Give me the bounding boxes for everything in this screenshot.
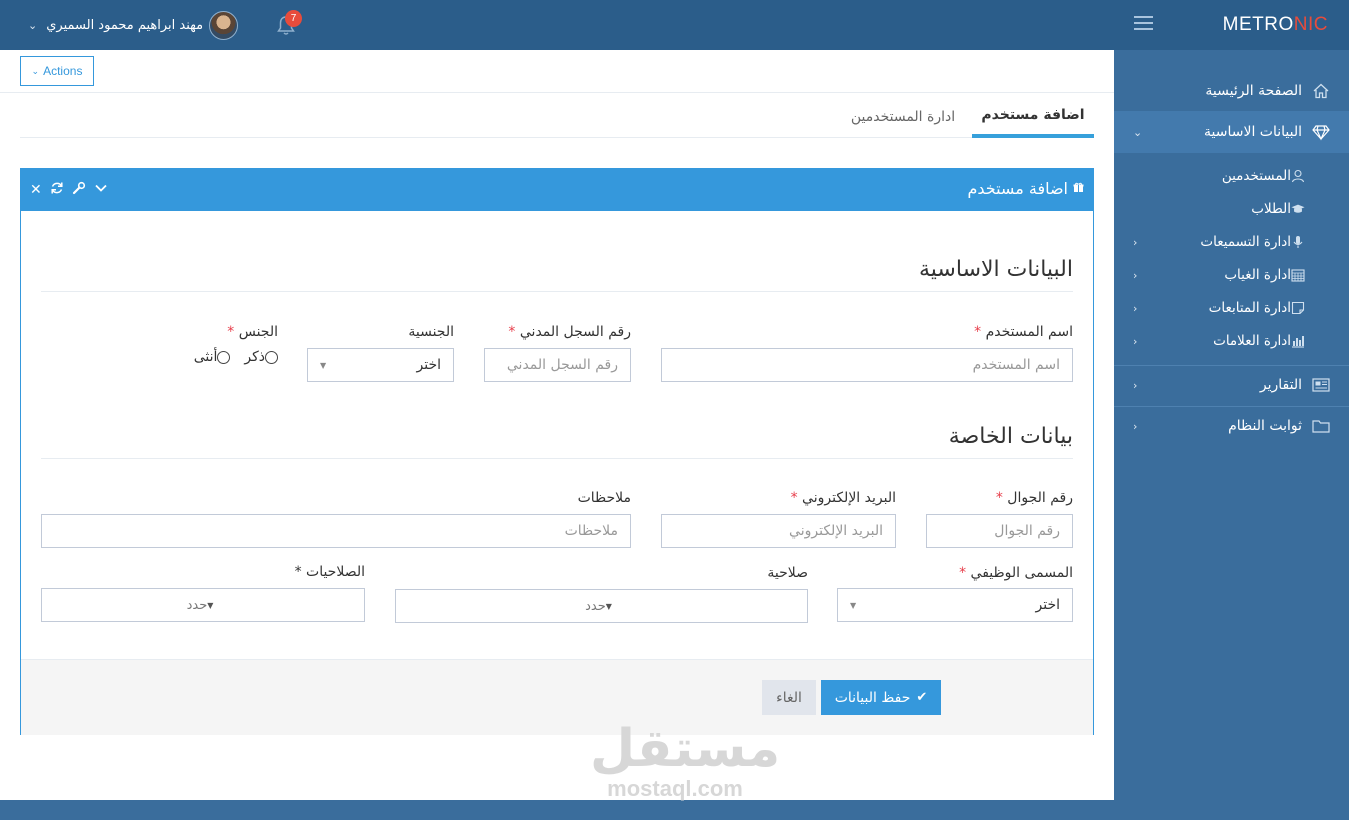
note-icon bbox=[1291, 301, 1305, 315]
sidebar-item-home[interactable]: الصفحة الرئيسية bbox=[1114, 76, 1349, 106]
notes-label: ملاحظات bbox=[577, 490, 631, 506]
chevron-left-icon: ‹ bbox=[1133, 378, 1138, 392]
portlet-title: اضافة مستخدم bbox=[967, 179, 1084, 198]
sidebar-item-grades[interactable]: ادارة العلامات ‹ bbox=[1114, 331, 1349, 351]
gender-option-female[interactable]: أنثى bbox=[188, 349, 231, 365]
actions-button[interactable]: ⌄ Actions bbox=[20, 56, 94, 86]
refresh-icon[interactable] bbox=[50, 181, 64, 199]
chevron-left-icon: ‹ bbox=[1133, 235, 1138, 249]
caret-down-icon: ▼ bbox=[605, 601, 612, 611]
job-title-select[interactable]: اختر ▼ bbox=[837, 588, 1073, 622]
user-menu[interactable]: ⌄ مهند ابراهيم محمود السميري bbox=[28, 10, 239, 40]
home-icon bbox=[1312, 82, 1330, 100]
user-icon bbox=[1291, 169, 1305, 183]
nationality-select[interactable]: اختر ▼ bbox=[307, 348, 454, 382]
top-header: METRONIC ⌄ مهند ابراهيم محمود السميري 7 bbox=[0, 0, 1349, 50]
portlet-header: اضافة مستخدم ✕ bbox=[21, 169, 1093, 211]
username-input[interactable]: اسم المستخدم bbox=[661, 348, 1073, 382]
nationality-label: الجنسية bbox=[408, 324, 454, 340]
sidebar-item-students[interactable]: الطلاب bbox=[1114, 199, 1349, 219]
email-input[interactable]: البريد الإلكتروني bbox=[661, 514, 896, 548]
section-title-basic: البيانات الاساسية bbox=[919, 257, 1073, 282]
graduation-cap-icon bbox=[1291, 202, 1305, 216]
notification-badge: 7 bbox=[285, 10, 302, 27]
check-icon: ✔ bbox=[916, 690, 928, 705]
sidebar-divider bbox=[1114, 365, 1349, 366]
portlet-tools: ✕ bbox=[30, 181, 116, 199]
sidebar-item-absence[interactable]: ادارة الغياب ‹ bbox=[1114, 265, 1349, 285]
gender-label: الجنس * bbox=[227, 324, 278, 340]
chevron-down-icon: ⌄ bbox=[31, 65, 40, 76]
caret-down-icon: ▼ bbox=[207, 600, 214, 610]
chevron-left-icon: ‹ bbox=[1133, 334, 1138, 348]
sidebar-item-reports[interactable]: التقارير ‹ bbox=[1114, 370, 1349, 400]
form-actions: ✔ حفظ البيانات الغاء bbox=[21, 659, 1093, 735]
folder-icon bbox=[1312, 417, 1330, 435]
main-content: ⌄ Actions اضافة مستخدم ادارة المستخدمين … bbox=[0, 50, 1114, 800]
user-name: مهند ابراهيم محمود السميري bbox=[46, 17, 204, 33]
tab-add-user[interactable]: اضافة مستخدم bbox=[972, 96, 1094, 138]
save-button[interactable]: ✔ حفظ البيانات bbox=[821, 680, 941, 715]
menu-toggle-icon[interactable] bbox=[1134, 16, 1153, 30]
notes-input[interactable]: ملاحظات bbox=[41, 514, 631, 548]
toolbar-divider bbox=[0, 92, 1114, 93]
sidebar-item-system-constants[interactable]: ثوابت النظام ‹ bbox=[1114, 411, 1349, 441]
sidebar-item-recitations[interactable]: ادارة التسميعات ‹ bbox=[1114, 232, 1349, 252]
mobile-label: رقم الجوال * bbox=[995, 490, 1073, 506]
section-divider bbox=[41, 291, 1073, 292]
chevron-down-icon: ⌄ bbox=[28, 18, 38, 32]
sidebar-item-followups[interactable]: ادارة المتابعات ‹ bbox=[1114, 298, 1349, 318]
username-label: اسم المستخدم * bbox=[974, 324, 1073, 340]
gift-icon bbox=[1073, 182, 1084, 196]
section-divider bbox=[41, 458, 1073, 459]
microphone-icon bbox=[1291, 235, 1305, 249]
job-title-label: المسمى الوظيفي * bbox=[959, 565, 1073, 581]
chevron-left-icon: ‹ bbox=[1133, 301, 1138, 315]
permission-label: صلاحية bbox=[767, 565, 808, 581]
civil-id-label: رقم السجل المدني * bbox=[508, 324, 631, 340]
sidebar-item-basic-data[interactable]: البيانات الاساسية ⌄ bbox=[1114, 111, 1349, 153]
tab-bar: اضافة مستخدم ادارة المستخدمين bbox=[20, 96, 1094, 138]
caret-down-icon: ▼ bbox=[850, 600, 857, 610]
tab-manage-users[interactable]: ادارة المستخدمين bbox=[840, 96, 966, 138]
permission-select[interactable]: حدد ▼ bbox=[395, 589, 808, 623]
email-label: البريد الإلكتروني * bbox=[790, 490, 896, 506]
gender-radio-group: ذكر أنثى bbox=[180, 349, 278, 365]
cancel-button[interactable]: الغاء bbox=[762, 680, 816, 715]
bar-chart-icon bbox=[1291, 334, 1305, 348]
diamond-icon bbox=[1312, 123, 1330, 141]
radio-female[interactable] bbox=[217, 350, 231, 364]
mobile-input[interactable]: رقم الجوال bbox=[926, 514, 1073, 548]
brand-logo[interactable]: METRONIC bbox=[1223, 14, 1328, 36]
caret-down-icon: ▼ bbox=[320, 360, 327, 370]
gender-option-male[interactable]: ذكر bbox=[238, 349, 278, 365]
civil-id-input[interactable]: رقم السجل المدني bbox=[484, 348, 631, 382]
chevron-left-icon: ‹ bbox=[1133, 419, 1138, 433]
sidebar-divider bbox=[1114, 406, 1349, 407]
wrench-icon[interactable] bbox=[72, 181, 86, 199]
chevron-left-icon: ‹ bbox=[1133, 268, 1138, 282]
close-icon[interactable]: ✕ bbox=[30, 182, 42, 198]
radio-male[interactable] bbox=[265, 350, 278, 364]
sidebar: الصفحة الرئيسية البيانات الاساسية ⌄ المس… bbox=[1114, 50, 1349, 820]
section-title-private: بيانات الخاصة bbox=[948, 424, 1073, 449]
permissions-label: الصلاحيات * bbox=[294, 564, 365, 580]
add-user-portlet: اضافة مستخدم ✕ البيانات الاساسية اسم الم… bbox=[20, 168, 1094, 735]
calendar-icon bbox=[1291, 268, 1305, 282]
permissions-multiselect[interactable]: حدد ▼ bbox=[41, 588, 365, 622]
chevron-down-icon[interactable] bbox=[94, 181, 108, 199]
chevron-down-icon: ⌄ bbox=[1133, 125, 1143, 139]
sidebar-item-users[interactable]: المستخدمين bbox=[1114, 166, 1349, 186]
newspaper-icon bbox=[1312, 376, 1330, 394]
watermark-logo: مستقل mostaql.com bbox=[590, 719, 781, 801]
avatar bbox=[209, 10, 239, 40]
